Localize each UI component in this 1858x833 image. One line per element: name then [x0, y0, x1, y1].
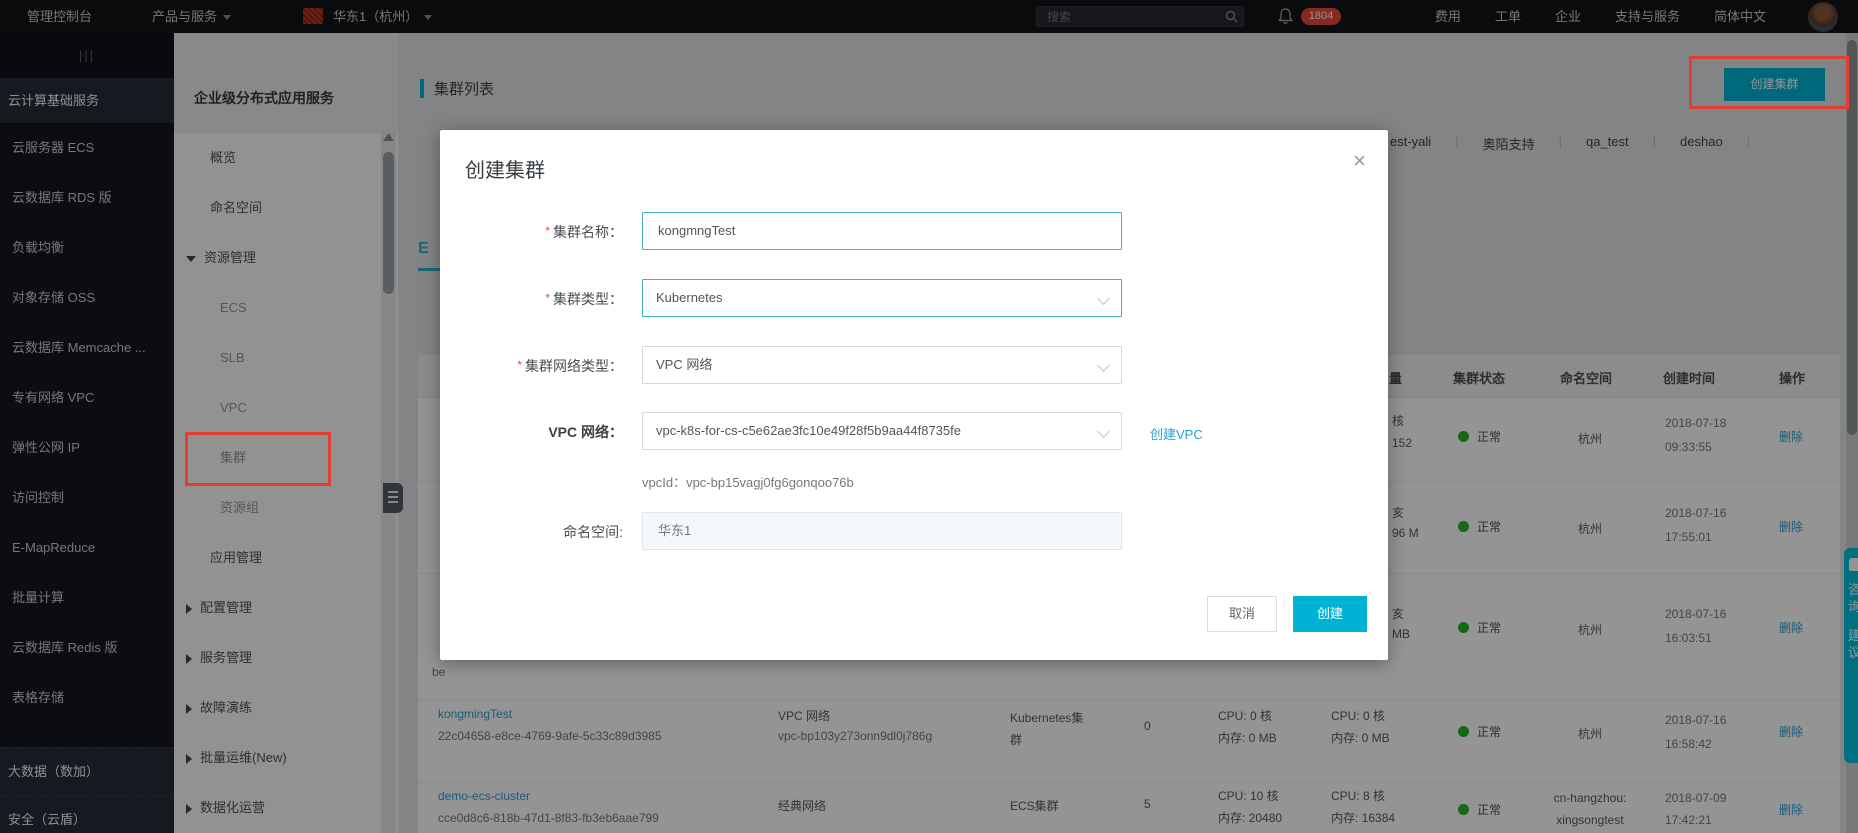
namespace-input-box [642, 512, 1122, 550]
field-label-namespace: 命名空间: [440, 522, 623, 542]
field-label-text: 集群网络类型： [525, 358, 623, 374]
vpc-network-select[interactable]: vpc-k8s-for-cs-c5e62ae3fc10e49f28f5b9aa4… [642, 412, 1122, 450]
network-type-select[interactable]: VPC 网络 [642, 346, 1122, 384]
cancel-button[interactable]: 取消 [1207, 596, 1277, 632]
vpc-id-note: vpcId：vpc-bp15vagj0fg6gonqoo76b [642, 472, 854, 491]
annotation-box-create-button [1689, 56, 1849, 109]
field-label-text: 集群类型： [553, 291, 623, 307]
submit-create-button[interactable]: 创建 [1293, 596, 1367, 632]
select-value: vpc-k8s-for-cs-c5e62ae3fc10e49f28f5b9aa4… [656, 423, 961, 438]
modal-title: 创建集群 [465, 154, 545, 183]
field-label-network-type: *集群网络类型： [440, 356, 623, 376]
required-mark: * [545, 291, 550, 305]
annotation-box-cluster-nav [185, 432, 331, 486]
select-value: VPC 网络 [656, 357, 712, 372]
field-label-text: VPC 网络： [548, 424, 623, 440]
field-label-cluster-name: *集群名称： [440, 222, 623, 242]
chevron-down-icon [1097, 359, 1110, 372]
field-label-text: 集群名称： [553, 224, 623, 240]
chevron-down-icon [1097, 425, 1110, 438]
chevron-down-icon [1097, 292, 1110, 305]
namespace-input [656, 514, 1096, 548]
required-mark: * [517, 358, 522, 372]
create-cluster-modal: 创建集群 × *集群名称： *集群类型： Kubernetes *集群网络类型：… [440, 130, 1388, 660]
cluster-name-input[interactable] [656, 214, 1096, 248]
create-vpc-link[interactable]: 创建VPC [1150, 424, 1203, 443]
select-value: Kubernetes [656, 290, 723, 305]
field-label-text: 命名空间: [563, 524, 623, 540]
cluster-type-select[interactable]: Kubernetes [642, 279, 1122, 317]
close-icon[interactable]: × [1353, 148, 1366, 174]
console-screen: 管理控制台 产品与服务 华东1（杭州） 1804 费用 工单 企业 支持与服务 … [0, 0, 1858, 833]
field-label-vpc-network: VPC 网络： [440, 422, 623, 442]
cluster-name-input-box [642, 212, 1122, 250]
required-mark: * [545, 224, 550, 238]
field-label-cluster-type: *集群类型： [440, 289, 623, 309]
